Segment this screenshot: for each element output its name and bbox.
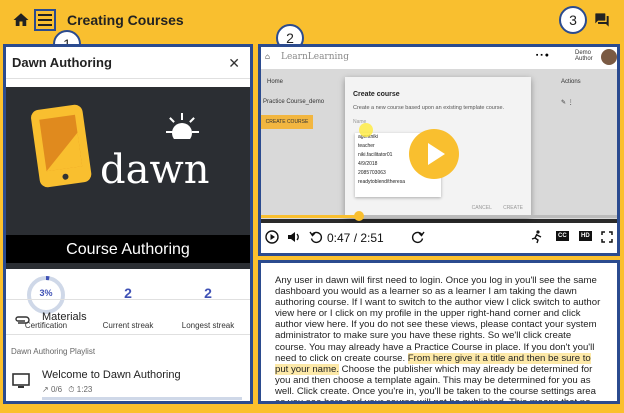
materials-label: Materials <box>42 311 87 323</box>
course-panel: Dawn Authoring ✕ dawn Course Authoring 3… <box>3 44 253 404</box>
play-icon[interactable] <box>265 230 279 249</box>
dawn-wordmark: dawn <box>100 147 209 193</box>
course-title: Course Authoring <box>66 241 190 258</box>
fullscreen-icon[interactable] <box>601 230 613 248</box>
volume-icon[interactable] <box>287 230 301 249</box>
seek-bar[interactable] <box>261 211 617 221</box>
dialog-option: readytoblend/theresa <box>358 179 405 185</box>
inner-create-course-button: CREATE COURSE <box>261 115 313 129</box>
transcript-panel[interactable]: Any user in dawn will first need to logi… <box>258 260 620 404</box>
inner-home-label: Home <box>267 79 284 85</box>
cc-button[interactable]: CC <box>556 231 569 241</box>
cursor-highlight <box>359 123 373 137</box>
player-controls: 0:47 / 2:51 CC HD <box>261 223 617 253</box>
inner-header-icons: ▪ ▪ ● <box>535 52 549 59</box>
lesson-title: Welcome to Dawn Authoring <box>42 369 181 381</box>
monitor-icon <box>12 373 30 394</box>
callout-3: 3 <box>559 6 587 34</box>
play-overlay-button[interactable] <box>409 129 459 179</box>
seek-bar-fill <box>261 215 359 218</box>
avatar <box>601 49 617 65</box>
course-panel-title: Dawn Authoring <box>12 55 112 70</box>
course-panel-header: Dawn Authoring ✕ <box>6 47 250 79</box>
playlist-heading: Dawn Authoring Playlist <box>11 347 96 356</box>
speed-icon[interactable] <box>531 230 543 249</box>
course-banner: dawn Course Authoring <box>6 87 250 269</box>
certification-value: 3% <box>39 288 53 298</box>
inner-app-header: ⌂ LearnLearning ▪ ▪ ● Demo Author <box>261 47 617 69</box>
hamburger-icon <box>38 14 52 26</box>
dialog-buttons: CANCEL CREATE <box>472 205 523 211</box>
home-icon[interactable] <box>12 11 30 29</box>
inner-user-label: Demo Author <box>575 50 593 62</box>
trend-icon: ↗ <box>42 385 49 394</box>
top-bar: Creating Courses <box>0 0 624 42</box>
inner-home-icon: ⌂ <box>265 52 270 61</box>
transcript-text: Any user in dawn will first need to logi… <box>275 275 605 401</box>
lesson-progress: 0/6 <box>50 385 63 394</box>
page-title: Creating Courses <box>67 12 184 28</box>
lesson-meta: ↗ 0/6 ⏱ 1:23 <box>42 385 92 395</box>
video-frame[interactable]: ⌂ LearnLearning ▪ ▪ ● Demo Author Home A… <box>261 47 617 219</box>
transcript-before: Any user in dawn will first need to logi… <box>275 275 601 364</box>
playlist-item[interactable]: Welcome to Dawn Authoring ↗ 0/6 ⏱ 1:23 <box>6 365 250 401</box>
inner-app-logo: LearnLearning <box>281 52 349 62</box>
forward-icon[interactable] <box>411 230 425 249</box>
materials-item[interactable]: Materials <box>6 299 250 335</box>
dialog-create: CREATE <box>503 205 523 211</box>
inner-actions-label: Actions <box>561 79 581 85</box>
dialog-title: Create course <box>353 91 400 98</box>
rewind-icon[interactable] <box>309 230 323 249</box>
timer-icon: ⏱ <box>68 385 75 394</box>
dialog-cancel: CANCEL <box>471 205 492 211</box>
seek-bar-handle[interactable] <box>353 211 364 221</box>
lesson-progress-bar <box>42 397 242 400</box>
paperclip-icon <box>14 312 30 330</box>
chat-icon[interactable] <box>594 12 610 33</box>
time-display: 0:47 / 2:51 <box>327 231 384 245</box>
close-icon[interactable]: ✕ <box>228 55 240 72</box>
inner-row-actions: ✎ ⋮ <box>561 100 574 106</box>
lesson-duration: 1:23 <box>76 385 93 394</box>
hd-button[interactable]: HD <box>579 231 592 241</box>
dialog-description: Create a new course based upon an existi… <box>353 105 505 111</box>
dawn-logo: dawn <box>31 104 209 193</box>
inner-row-label: Practice Course_demo <box>263 99 325 105</box>
menu-button[interactable] <box>34 9 56 31</box>
video-player: ⌂ LearnLearning ▪ ▪ ● Demo Author Home A… <box>258 44 620 256</box>
